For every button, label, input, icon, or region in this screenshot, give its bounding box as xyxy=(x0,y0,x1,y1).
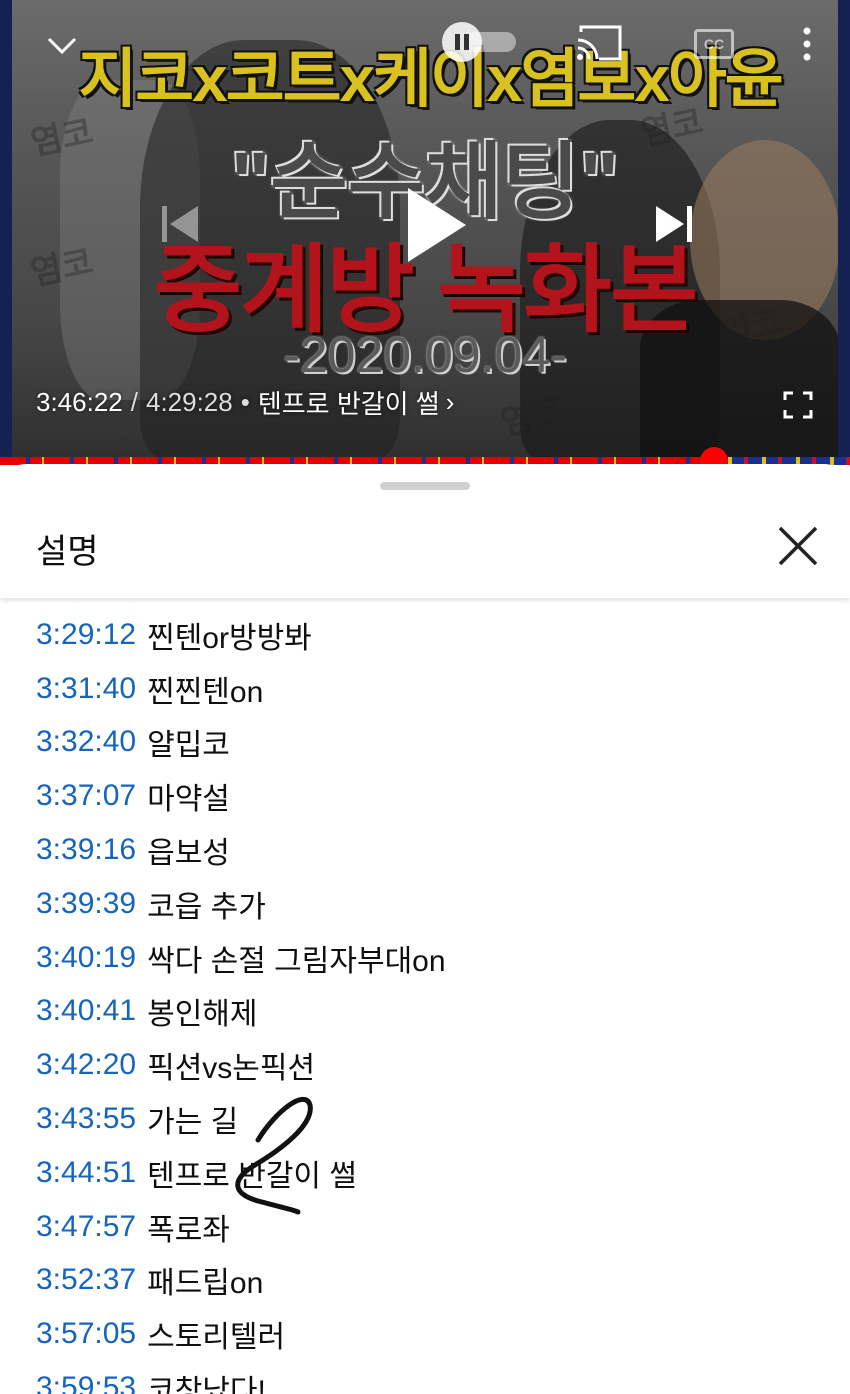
previous-button[interactable] xyxy=(152,196,208,252)
chapter-label: 마약설 xyxy=(147,783,230,817)
chapter-row[interactable]: 3:31:40 찐찐텐on xyxy=(0,662,850,716)
chapter-label: 폭로좌 xyxy=(147,1213,230,1247)
chapter-timestamp-link[interactable]: 3:40:41 xyxy=(36,994,136,1028)
play-icon xyxy=(408,188,466,262)
time-display: 3:46:22 / 4:29:28 • 텐프로 반갈이 썰 › xyxy=(36,384,454,421)
chapter-row[interactable]: 3:42:20 픽션vs논픽션 xyxy=(0,1038,850,1092)
sheet-title: 설명 xyxy=(36,533,99,571)
chapter-label: 코읍 추가 xyxy=(147,890,266,924)
chapter-label: 코창났다! xyxy=(147,1375,266,1394)
chapter-label: 스토리텔러 xyxy=(147,1321,286,1355)
chapter-row[interactable]: 3:44:51 텐프로 반갈이 썰 xyxy=(0,1146,850,1200)
drag-handle[interactable] xyxy=(380,482,470,490)
chapter-timestamp-link[interactable]: 3:39:16 xyxy=(36,833,136,867)
chevron-right-icon: › xyxy=(445,387,455,417)
current-chapter-label: 텐프로 반갈이 썰 xyxy=(257,389,440,419)
chapter-label: 가는 길 xyxy=(147,1106,239,1140)
more-vert-icon xyxy=(803,27,811,61)
chapter-timestamp-link[interactable]: 3:32:40 xyxy=(36,725,136,759)
next-button[interactable] xyxy=(646,196,702,252)
chapter-timestamp-link[interactable]: 3:57:05 xyxy=(36,1317,136,1351)
fullscreen-button[interactable] xyxy=(780,388,816,422)
pause-toggle-icon xyxy=(442,22,482,62)
chapter-label: 픽션vs논픽션 xyxy=(147,1052,316,1086)
captions-icon: CC xyxy=(694,29,734,59)
chapter-bullet: • xyxy=(240,387,250,417)
chapter-row[interactable]: 3:52:37 패드립on xyxy=(0,1254,850,1308)
chapter-label: 싹다 손절 그림자부대on xyxy=(147,944,446,978)
chapter-label: 읍보성 xyxy=(147,837,230,871)
chapter-label: 찐텐or방방봐 xyxy=(147,621,312,655)
thumbnail-date: -2020.09.04- xyxy=(283,327,567,383)
chapter-row[interactable]: 3:47:57 폭로좌 xyxy=(0,1200,850,1254)
cast-icon xyxy=(577,25,622,61)
sheet-header: 설명 xyxy=(0,498,850,598)
chapter-row[interactable]: 3:43:55 가는 길 xyxy=(0,1092,850,1146)
chapter-timestamp-link[interactable]: 3:43:55 xyxy=(36,1102,136,1136)
chapter-timestamp-link[interactable]: 3:47:57 xyxy=(36,1210,136,1244)
current-chapter-button[interactable]: 텐프로 반갈이 썰 › xyxy=(258,384,455,421)
play-button[interactable] xyxy=(398,180,474,270)
chapter-timestamp-link[interactable]: 3:29:12 xyxy=(36,618,136,652)
close-icon xyxy=(778,526,818,566)
chapter-label: 얄밉코 xyxy=(147,729,230,763)
autoplay-toggle[interactable] xyxy=(442,20,520,64)
chapter-timestamp-link[interactable]: 3:44:51 xyxy=(36,1156,136,1190)
chapter-timestamp-link[interactable]: 3:59:53 xyxy=(36,1371,136,1394)
chapter-row[interactable]: 3:39:39 코읍 추가 xyxy=(0,877,850,931)
captions-button[interactable]: CC xyxy=(692,26,736,62)
fullscreen-icon xyxy=(783,391,813,419)
chapter-label: 찐찐텐on xyxy=(147,675,264,709)
chapter-timestamp-link[interactable]: 3:42:20 xyxy=(36,1048,136,1082)
skip-next-icon xyxy=(656,206,692,242)
chapter-row[interactable]: 3:59:53 코창났다! xyxy=(0,1361,850,1394)
chapter-row[interactable]: 3:40:19 싹다 손절 그림자부대on xyxy=(0,931,850,985)
collapse-button[interactable] xyxy=(40,26,84,66)
chapter-timestamp-link[interactable]: 3:39:39 xyxy=(36,887,136,921)
chapter-timestamp-link[interactable]: 3:40:19 xyxy=(36,941,136,975)
chevron-down-icon xyxy=(47,37,77,55)
chapter-label: 패드립on xyxy=(147,1267,264,1301)
chapter-row[interactable]: 3:57:05 스토리텔러 xyxy=(0,1307,850,1361)
chapter-list: 3:29:12 찐텐or방방봐 3:31:40 찐찐텐on 3:32:40 얄밉코 3:37… xyxy=(0,608,850,1394)
chapter-row[interactable]: 3:29:12 찐텐or방방봐 xyxy=(0,608,850,662)
video-player[interactable]: 염코 염코 염코 염코 염코 지코x코트x케이x염보x아윤 "순수채팅" 중계방… xyxy=(0,0,850,462)
duration: 4:29:28 xyxy=(145,387,233,417)
chapter-row[interactable]: 3:40:41 봉인해제 xyxy=(0,985,850,1039)
description-sheet: 설명 3:29:12 찐텐or방방봐 3:31:40 찐찐텐on 3:32:40 얄밉코 3… xyxy=(0,464,850,1394)
current-time: 3:46:22 xyxy=(36,387,123,417)
chapter-timestamp-link[interactable]: 3:37:07 xyxy=(36,779,136,813)
chapter-timestamp-link[interactable]: 3:31:40 xyxy=(36,672,136,706)
skip-previous-icon xyxy=(162,206,198,242)
chapter-label: 봉인해제 xyxy=(147,998,258,1032)
chapter-label: 텐프로 반갈이 썰 xyxy=(147,1159,357,1193)
close-button[interactable] xyxy=(772,520,824,572)
cast-button[interactable] xyxy=(572,22,626,64)
chapter-row[interactable]: 3:37:07 마약설 xyxy=(0,769,850,823)
chapter-row[interactable]: 3:39:16 읍보성 xyxy=(0,823,850,877)
chapter-row[interactable]: 3:32:40 얄밉코 xyxy=(0,716,850,770)
chapter-timestamp-link[interactable]: 3:52:37 xyxy=(36,1263,136,1297)
more-options-button[interactable] xyxy=(792,22,822,66)
time-separator: / xyxy=(130,387,138,417)
